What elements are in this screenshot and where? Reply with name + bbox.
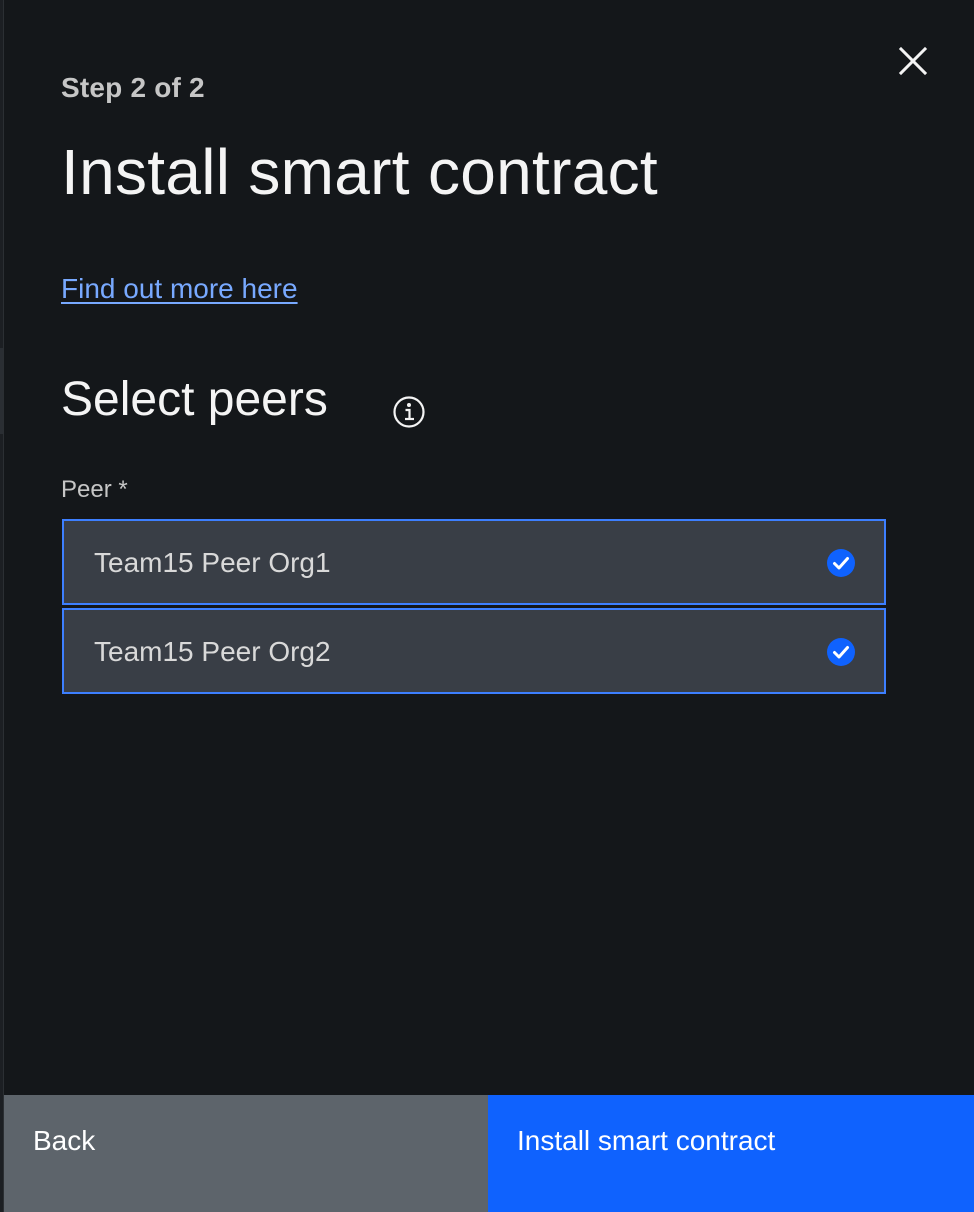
section-title: Select peers — [61, 373, 328, 426]
peer-tile-org2[interactable]: Team15 Peer Org2 — [62, 608, 886, 694]
close-button[interactable] — [893, 41, 933, 81]
peer-selection-list: Team15 Peer Org1 Team15 Peer Org2 — [62, 519, 886, 694]
checkmark-filled-icon — [827, 549, 855, 577]
panel-footer: Back Install smart contract — [4, 1095, 974, 1212]
checkmark-filled-icon — [827, 638, 855, 666]
install-smart-contract-panel: Step 2 of 2 Install smart contract Find … — [4, 0, 974, 1212]
info-icon — [393, 396, 425, 428]
info-button[interactable] — [391, 394, 427, 430]
step-indicator: Step 2 of 2 — [61, 72, 205, 103]
peer-name: Team15 Peer Org1 — [94, 547, 331, 578]
peer-name: Team15 Peer Org2 — [94, 636, 331, 667]
peer-field-label: Peer * — [61, 476, 128, 503]
panel-title: Install smart contract — [61, 136, 659, 208]
close-icon — [898, 46, 928, 76]
back-button[interactable]: Back — [4, 1095, 488, 1212]
peer-tile-org1[interactable]: Team15 Peer Org1 — [62, 519, 886, 605]
find-out-more-link[interactable]: Find out more here — [61, 273, 298, 305]
install-smart-contract-button[interactable]: Install smart contract — [488, 1095, 974, 1212]
